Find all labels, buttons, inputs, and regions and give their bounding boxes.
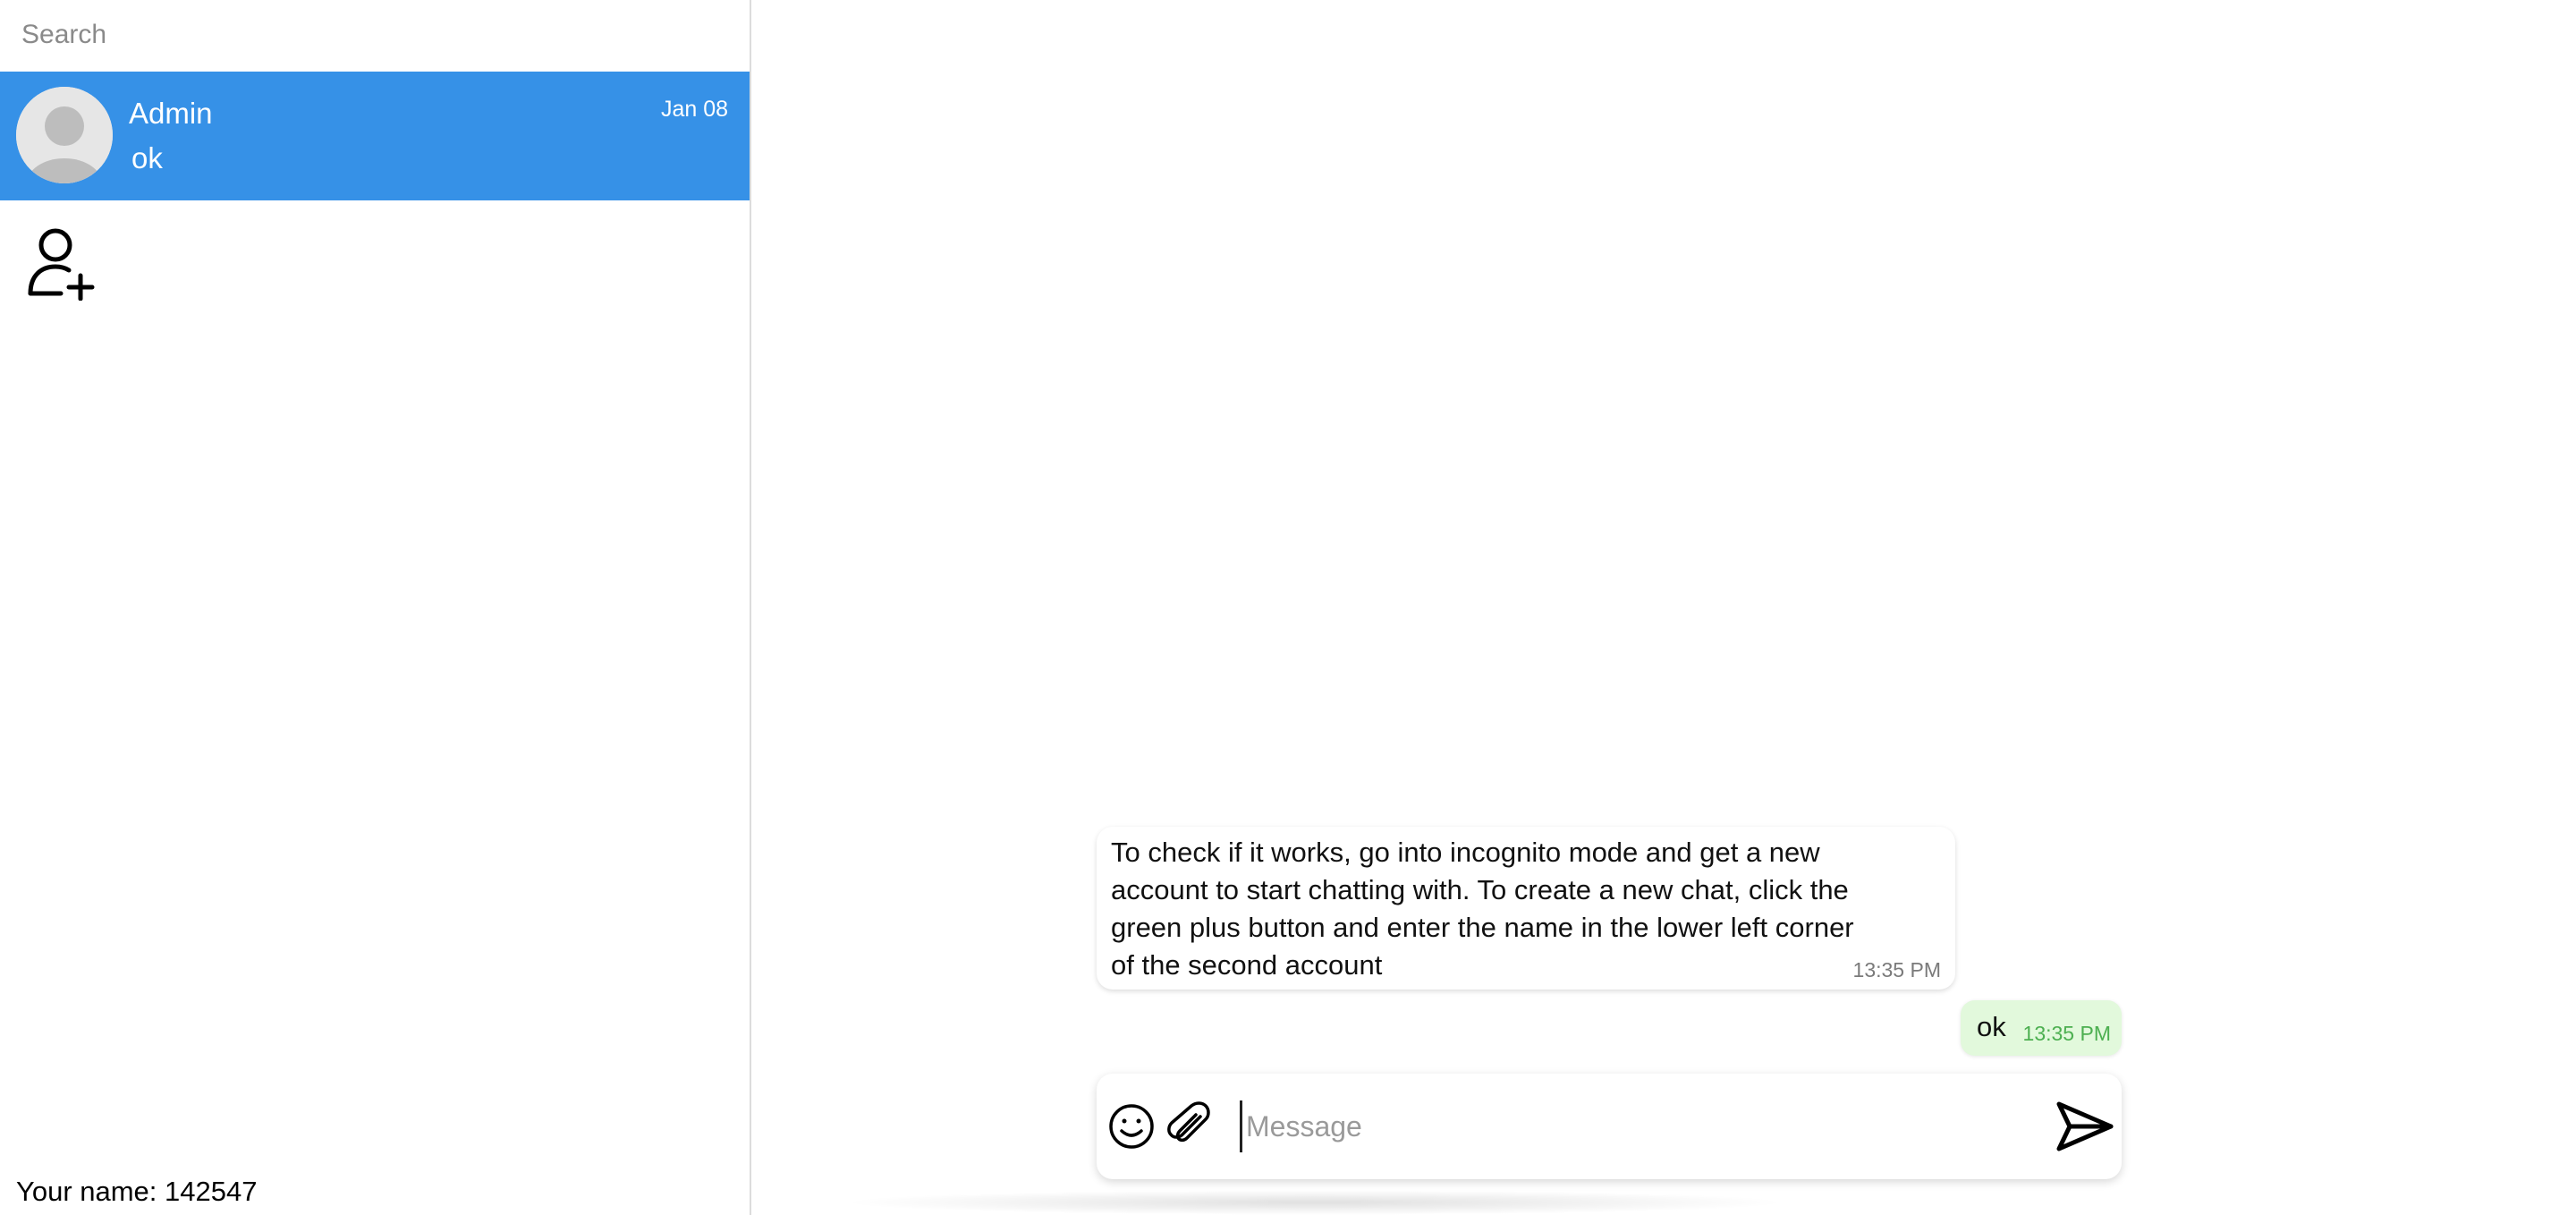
composer-shadow — [841, 1190, 1789, 1215]
search-input[interactable] — [0, 0, 750, 70]
your-name-label: Your name: 142547 — [16, 1176, 257, 1208]
message-input[interactable] — [1240, 1100, 2009, 1152]
your-name-text: Your name: 142547 — [16, 1176, 258, 1207]
send-icon[interactable] — [2054, 1095, 2116, 1158]
sidebar: Admin Jan 08 ok Your name: 142547 — [0, 0, 751, 1215]
add-user-icon[interactable] — [25, 225, 100, 302]
emoji-icon[interactable] — [1107, 1102, 1156, 1151]
user-avatar-icon — [16, 87, 113, 183]
chat-date: Jan 08 — [660, 97, 728, 122]
message-time: 13:35 PM — [1852, 958, 1941, 981]
conversation-pane — [753, 0, 2576, 1215]
message-text: ok — [1977, 1011, 2006, 1042]
chat-last-message: ok — [131, 141, 163, 174]
message-incoming: To check if it works, go into incognito … — [1097, 827, 1955, 990]
message-time: 13:35 PM — [2022, 1022, 2111, 1045]
chat-list-item-admin[interactable]: Admin Jan 08 ok — [0, 72, 750, 200]
chat-name: Admin — [129, 97, 213, 130]
message-outgoing: ok 13:35 PM — [1961, 1000, 2122, 1056]
paperclip-icon[interactable] — [1165, 1100, 1215, 1151]
message-composer — [1097, 1074, 2122, 1179]
message-text: To check if it works, go into incognito … — [1111, 837, 1854, 981]
